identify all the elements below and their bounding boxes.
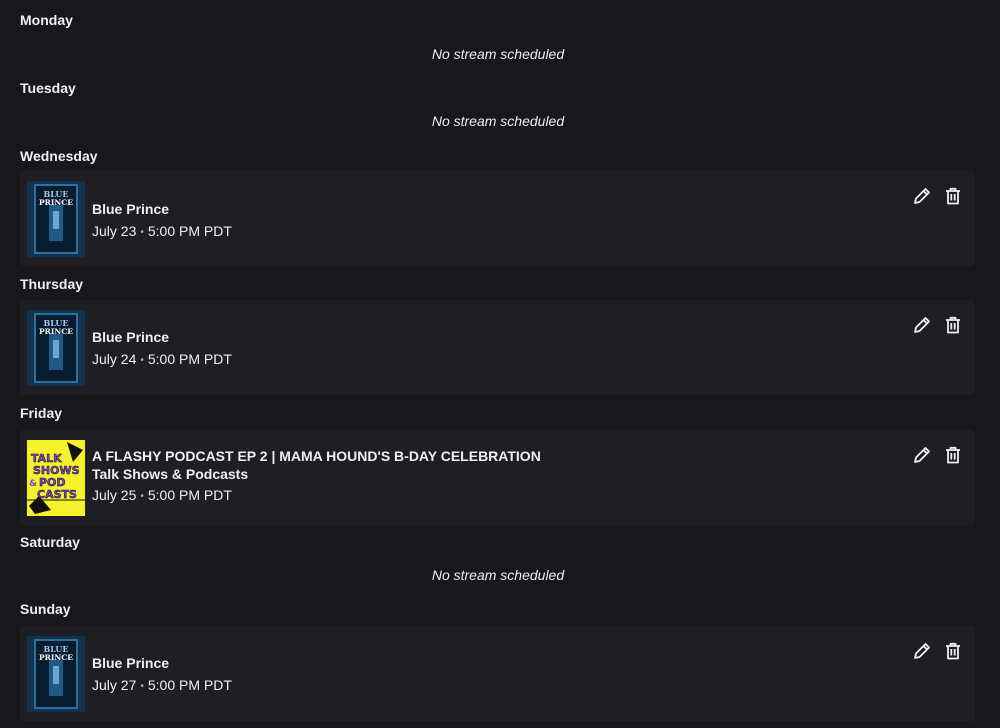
stream-datetime: July 24 • 5:00 PM PDT	[92, 349, 232, 371]
empty-schedule-saturday: No stream scheduled	[431, 567, 565, 583]
stream-category[interactable]: Talk Shows & Podcasts	[92, 465, 541, 483]
day-heading-wednesday: Wednesday	[20, 148, 98, 164]
blue-prince-cover: BLUE PRINCE	[27, 181, 85, 257]
separator-dot: •	[140, 491, 144, 502]
svg-text:PRINCE: PRINCE	[39, 653, 73, 662]
stream-date: July 24	[92, 351, 137, 367]
svg-text:CASTS: CASTS	[37, 488, 77, 501]
empty-schedule-monday: No stream scheduled	[431, 46, 565, 62]
empty-schedule-tuesday: No stream scheduled	[431, 113, 565, 129]
stream-time: 5:00 PM PDT	[147, 351, 232, 367]
day-heading-friday: Friday	[20, 405, 63, 421]
stream-card-wednesday[interactable]: BLUE PRINCE Blue Prince July 23 • 5:00 PM …	[20, 171, 975, 266]
day-heading-tuesday: Tuesday	[20, 80, 76, 96]
stream-datetime: July 25 • 5:00 PM PDT	[92, 485, 541, 507]
stream-title[interactable]: A FLASHY PODCAST EP 2 | MAMA HOUND'S B-D…	[92, 447, 541, 465]
talk-shows-podcasts-cover: TALK SHOWS & POD CASTS	[27, 440, 85, 516]
stream-datetime: July 27 • 5:00 PM PDT	[92, 675, 232, 697]
day-heading-saturday: Saturday	[20, 534, 80, 550]
stream-title[interactable]: Blue Prince	[92, 654, 232, 672]
pencil-icon[interactable]	[911, 185, 933, 207]
schedule-list: Monday No stream scheduled Tuesday No st…	[0, 0, 1000, 728]
separator-dot: •	[140, 681, 144, 692]
svg-text:PRINCE: PRINCE	[39, 198, 73, 207]
blue-prince-cover: BLUE PRINCE	[27, 636, 85, 712]
day-heading-thursday: Thursday	[20, 276, 84, 292]
stream-date: July 25	[92, 487, 137, 503]
svg-text:&: &	[29, 479, 37, 489]
blue-prince-cover: BLUE PRINCE	[27, 310, 85, 386]
trash-icon[interactable]	[942, 185, 964, 207]
stream-time: 5:00 PM PDT	[147, 223, 232, 239]
trash-icon[interactable]	[942, 640, 964, 662]
stream-card-thursday[interactable]: BLUE PRINCE Blue Prince July 24 • 5:00 PM …	[20, 300, 975, 395]
pencil-icon[interactable]	[911, 444, 933, 466]
day-heading-monday: Monday	[20, 12, 73, 28]
trash-icon[interactable]	[942, 314, 964, 336]
stream-date: July 23	[92, 223, 137, 239]
svg-text:PRINCE: PRINCE	[39, 327, 73, 336]
stream-time: 5:00 PM PDT	[147, 677, 232, 693]
pencil-icon[interactable]	[911, 314, 933, 336]
stream-card-friday[interactable]: TALK SHOWS & POD CASTS A FLASHY PODCAST …	[20, 430, 975, 525]
stream-card-sunday[interactable]: BLUE PRINCE Blue Prince July 27 • 5:00 PM …	[20, 626, 975, 721]
stream-datetime: July 23 • 5:00 PM PDT	[92, 221, 232, 243]
stream-title[interactable]: Blue Prince	[92, 200, 232, 218]
stream-time: 5:00 PM PDT	[147, 487, 232, 503]
pencil-icon[interactable]	[911, 640, 933, 662]
separator-dot: •	[140, 355, 144, 366]
day-heading-sunday: Sunday	[20, 601, 71, 617]
trash-icon[interactable]	[942, 444, 964, 466]
stream-date: July 27	[92, 677, 137, 693]
separator-dot: •	[140, 227, 144, 238]
stream-title[interactable]: Blue Prince	[92, 328, 232, 346]
